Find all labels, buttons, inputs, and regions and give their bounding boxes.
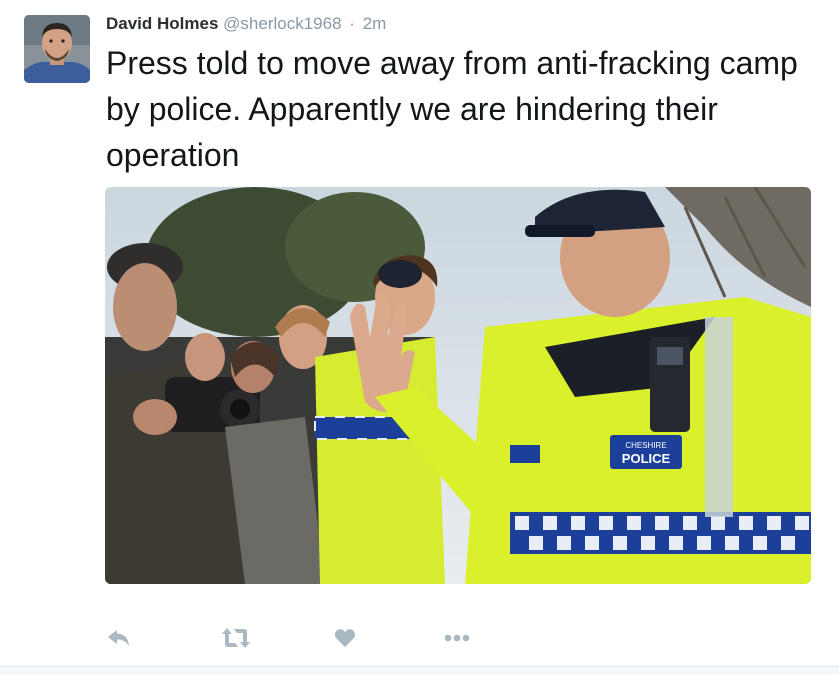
- avatar[interactable]: [24, 15, 90, 83]
- photo-police-press: CHESHIRE POLICE: [105, 187, 811, 584]
- author-handle[interactable]: @sherlock1968: [223, 14, 341, 33]
- separator-dot: ·: [349, 14, 355, 33]
- tweet-actions: [106, 624, 506, 652]
- like-icon: [334, 629, 356, 647]
- patch-caption-top: CHESHIRE: [625, 441, 666, 450]
- author-name[interactable]: David Holmes: [106, 14, 218, 33]
- tweet-card: David Holmes @sherlock1968 · 2m Press to…: [0, 0, 839, 675]
- tweet-text: Press told to move away from anti-fracki…: [106, 45, 798, 173]
- retweet-button[interactable]: [220, 624, 252, 652]
- more-icon: [444, 634, 470, 642]
- reply-icon: [108, 630, 129, 646]
- tweet-timestamp[interactable]: 2m: [363, 14, 387, 33]
- like-button[interactable]: [333, 624, 357, 652]
- patch-caption-bottom: POLICE: [622, 451, 671, 466]
- stream-divider: [0, 666, 839, 675]
- retweet-icon: [222, 628, 250, 648]
- reply-button[interactable]: [106, 624, 132, 652]
- tweet-header: David Holmes @sherlock1968 · 2m: [106, 13, 386, 35]
- more-button[interactable]: [443, 624, 471, 652]
- tweet-photo[interactable]: CHESHIRE POLICE: [105, 187, 811, 584]
